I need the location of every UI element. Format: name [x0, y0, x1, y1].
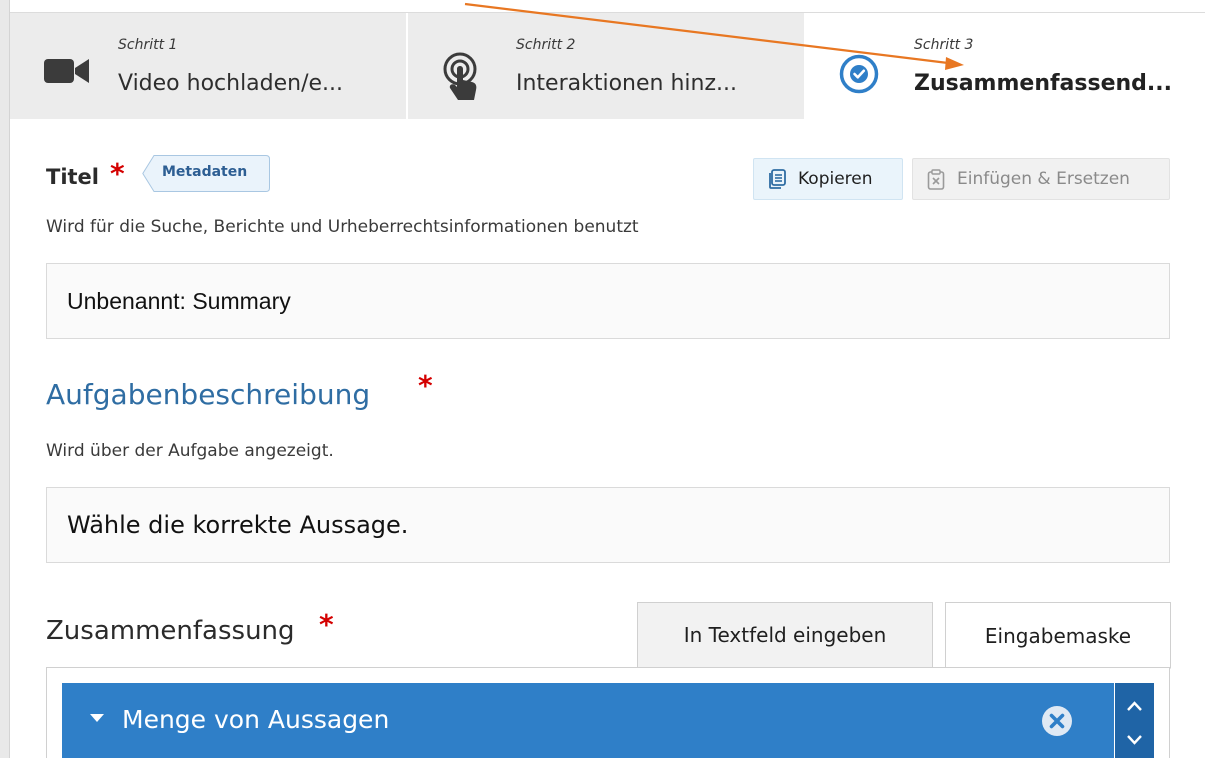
title-label: Titel	[46, 165, 100, 189]
video-camera-icon	[44, 57, 90, 89]
tab-text-input-label: In Textfeld eingeben	[683, 623, 887, 647]
paste-label: Einfügen & Ersetzen	[957, 169, 1130, 189]
order-controls	[1115, 683, 1154, 758]
chevron-down-icon[interactable]	[1126, 731, 1143, 750]
tab-form-input-label: Eingabemaske	[984, 623, 1132, 648]
task-description-input[interactable]: Wähle die korrekte Aussage.	[46, 487, 1170, 563]
paste-icon	[927, 168, 945, 190]
step-title: Zusammenfassend...	[914, 71, 1172, 96]
step-title: Video hochladen/e...	[118, 71, 344, 96]
copy-icon	[768, 169, 786, 189]
task-description-value: Wähle die korrekte Aussage.	[67, 511, 409, 539]
wizard-steps: Schritt 1 Video hochladen/e... Schritt 2…	[10, 13, 1205, 119]
editor-left-edge	[0, 0, 10, 758]
metadata-label: Metadaten	[162, 164, 248, 180]
statement-group-title: Menge von Aussagen	[122, 705, 390, 734]
metadata-button[interactable]: Metadaten	[142, 155, 270, 192]
required-mark: *	[418, 369, 433, 402]
statement-group-header[interactable]: Menge von Aussagen	[62, 683, 1114, 758]
summary-label: Zusammenfassung	[46, 616, 295, 646]
step-number: Schritt 2	[516, 37, 576, 53]
tab-form-input[interactable]: Eingabemaske	[945, 602, 1171, 669]
chevron-up-icon[interactable]	[1126, 697, 1143, 716]
collapse-caret-icon[interactable]	[90, 714, 104, 722]
title-input[interactable]: Unbenannt: Summary	[46, 263, 1170, 339]
step-title: Interaktionen hinz...	[516, 71, 737, 96]
check-circle-icon	[838, 53, 880, 99]
step-number: Schritt 1	[118, 37, 178, 53]
copy-label: Kopieren	[798, 169, 873, 189]
task-description-label: Aufgabenbeschreibung	[46, 378, 371, 411]
title-input-value: Unbenannt: Summary	[67, 287, 291, 314]
required-mark: *	[110, 157, 125, 190]
title-help-text: Wird für die Suche, Berichte und Urheber…	[46, 217, 639, 237]
step-number: Schritt 3	[914, 37, 974, 53]
remove-icon[interactable]	[1041, 705, 1073, 741]
copy-button[interactable]: Kopieren	[753, 158, 903, 200]
paste-replace-button[interactable]: Einfügen & Ersetzen	[912, 158, 1170, 200]
step-tab-2[interactable]: Schritt 2 Interaktionen hinz...	[408, 13, 806, 119]
tab-text-input[interactable]: In Textfeld eingeben	[637, 602, 933, 668]
step-tab-1[interactable]: Schritt 1 Video hochladen/e...	[10, 13, 408, 119]
touch-pointer-icon	[442, 52, 482, 106]
task-description-help: Wird über der Aufgabe angezeigt.	[46, 441, 334, 461]
step-tab-3-active[interactable]: Schritt 3 Zusammenfassend...	[806, 13, 1205, 119]
required-mark: *	[319, 608, 334, 641]
